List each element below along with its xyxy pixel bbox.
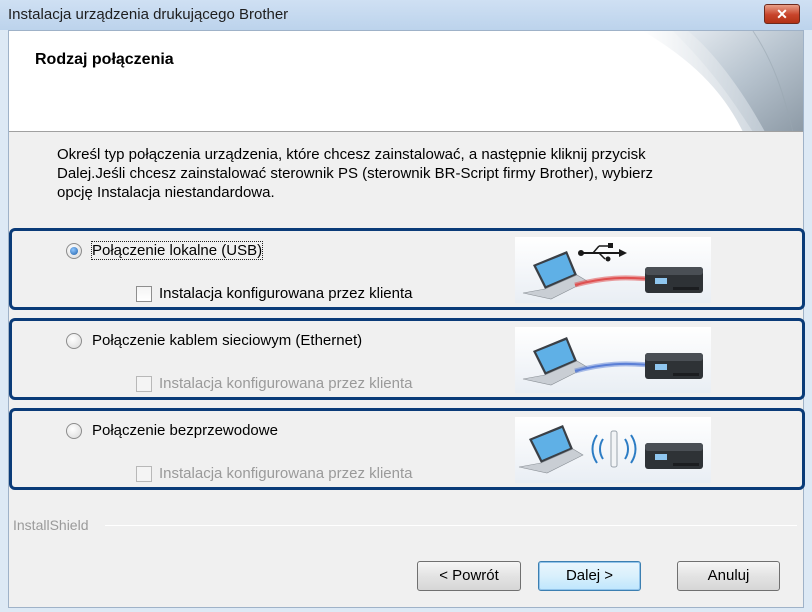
laptop-icon bbox=[522, 251, 588, 300]
custom-install-checkbox-usb[interactable] bbox=[136, 286, 152, 302]
radio-wireless[interactable] bbox=[66, 423, 82, 439]
custom-install-label-wireless: Instalacja konfigurowana przez klienta bbox=[159, 465, 413, 482]
option-ethernet: Połączenie kablem sieciowym (Ethernet) I… bbox=[9, 318, 805, 400]
installshield-label: InstallShield bbox=[13, 517, 89, 533]
radio-usb[interactable] bbox=[66, 243, 82, 259]
close-button[interactable]: ✕ bbox=[764, 4, 800, 24]
cancel-button[interactable]: Anuluj bbox=[677, 561, 780, 591]
wireless-router-icon bbox=[591, 430, 637, 468]
close-icon: ✕ bbox=[776, 6, 788, 22]
back-button[interactable]: < Powrót bbox=[417, 561, 521, 591]
wizard-header: Rodzaj połączenia bbox=[9, 31, 803, 132]
usb-connection-illustration bbox=[515, 237, 711, 303]
page-title: Rodzaj połączenia bbox=[35, 51, 174, 68]
radio-ethernet-label[interactable]: Połączenie kablem sieciowym (Ethernet) bbox=[92, 332, 362, 349]
ethernet-connection-illustration bbox=[515, 327, 711, 393]
laptop-icon bbox=[518, 425, 584, 474]
radio-usb-label[interactable]: Połączenie lokalne (USB) bbox=[90, 241, 264, 260]
instructions-text: Określ typ połączenia urządzenia, które … bbox=[57, 146, 654, 201]
wireless-connection-illustration bbox=[515, 417, 711, 483]
dialog-body: Rodzaj połączenia Określ typ połączenia … bbox=[8, 30, 805, 608]
usb-icon bbox=[578, 243, 627, 262]
custom-install-label-usb[interactable]: Instalacja konfigurowana przez klienta bbox=[159, 285, 412, 302]
footer-divider bbox=[105, 525, 797, 526]
page-curl-decoration bbox=[643, 31, 803, 131]
window-title: Instalacja urządzenia drukującego Brothe… bbox=[8, 6, 289, 23]
custom-install-checkbox-wireless bbox=[136, 466, 152, 482]
printer-icon bbox=[645, 267, 703, 293]
title-bar: Instalacja urządzenia drukującego Brothe… bbox=[0, 0, 812, 30]
custom-install-checkbox-ethernet bbox=[136, 376, 152, 392]
option-wireless: Połączenie bezprzewodowe Instalacja konf… bbox=[9, 408, 805, 490]
installer-window: Instalacja urządzenia drukującego Brothe… bbox=[0, 0, 812, 612]
custom-install-label-ethernet: Instalacja konfigurowana przez klienta bbox=[159, 375, 413, 392]
radio-wireless-label[interactable]: Połączenie bezprzewodowe bbox=[92, 422, 278, 439]
option-usb: Połączenie lokalne (USB) Instalacja konf… bbox=[9, 228, 805, 310]
radio-ethernet[interactable] bbox=[66, 333, 82, 349]
printer-icon bbox=[645, 443, 703, 469]
laptop-icon bbox=[522, 337, 588, 386]
printer-icon bbox=[645, 353, 703, 379]
next-button[interactable]: Dalej > bbox=[538, 561, 641, 591]
